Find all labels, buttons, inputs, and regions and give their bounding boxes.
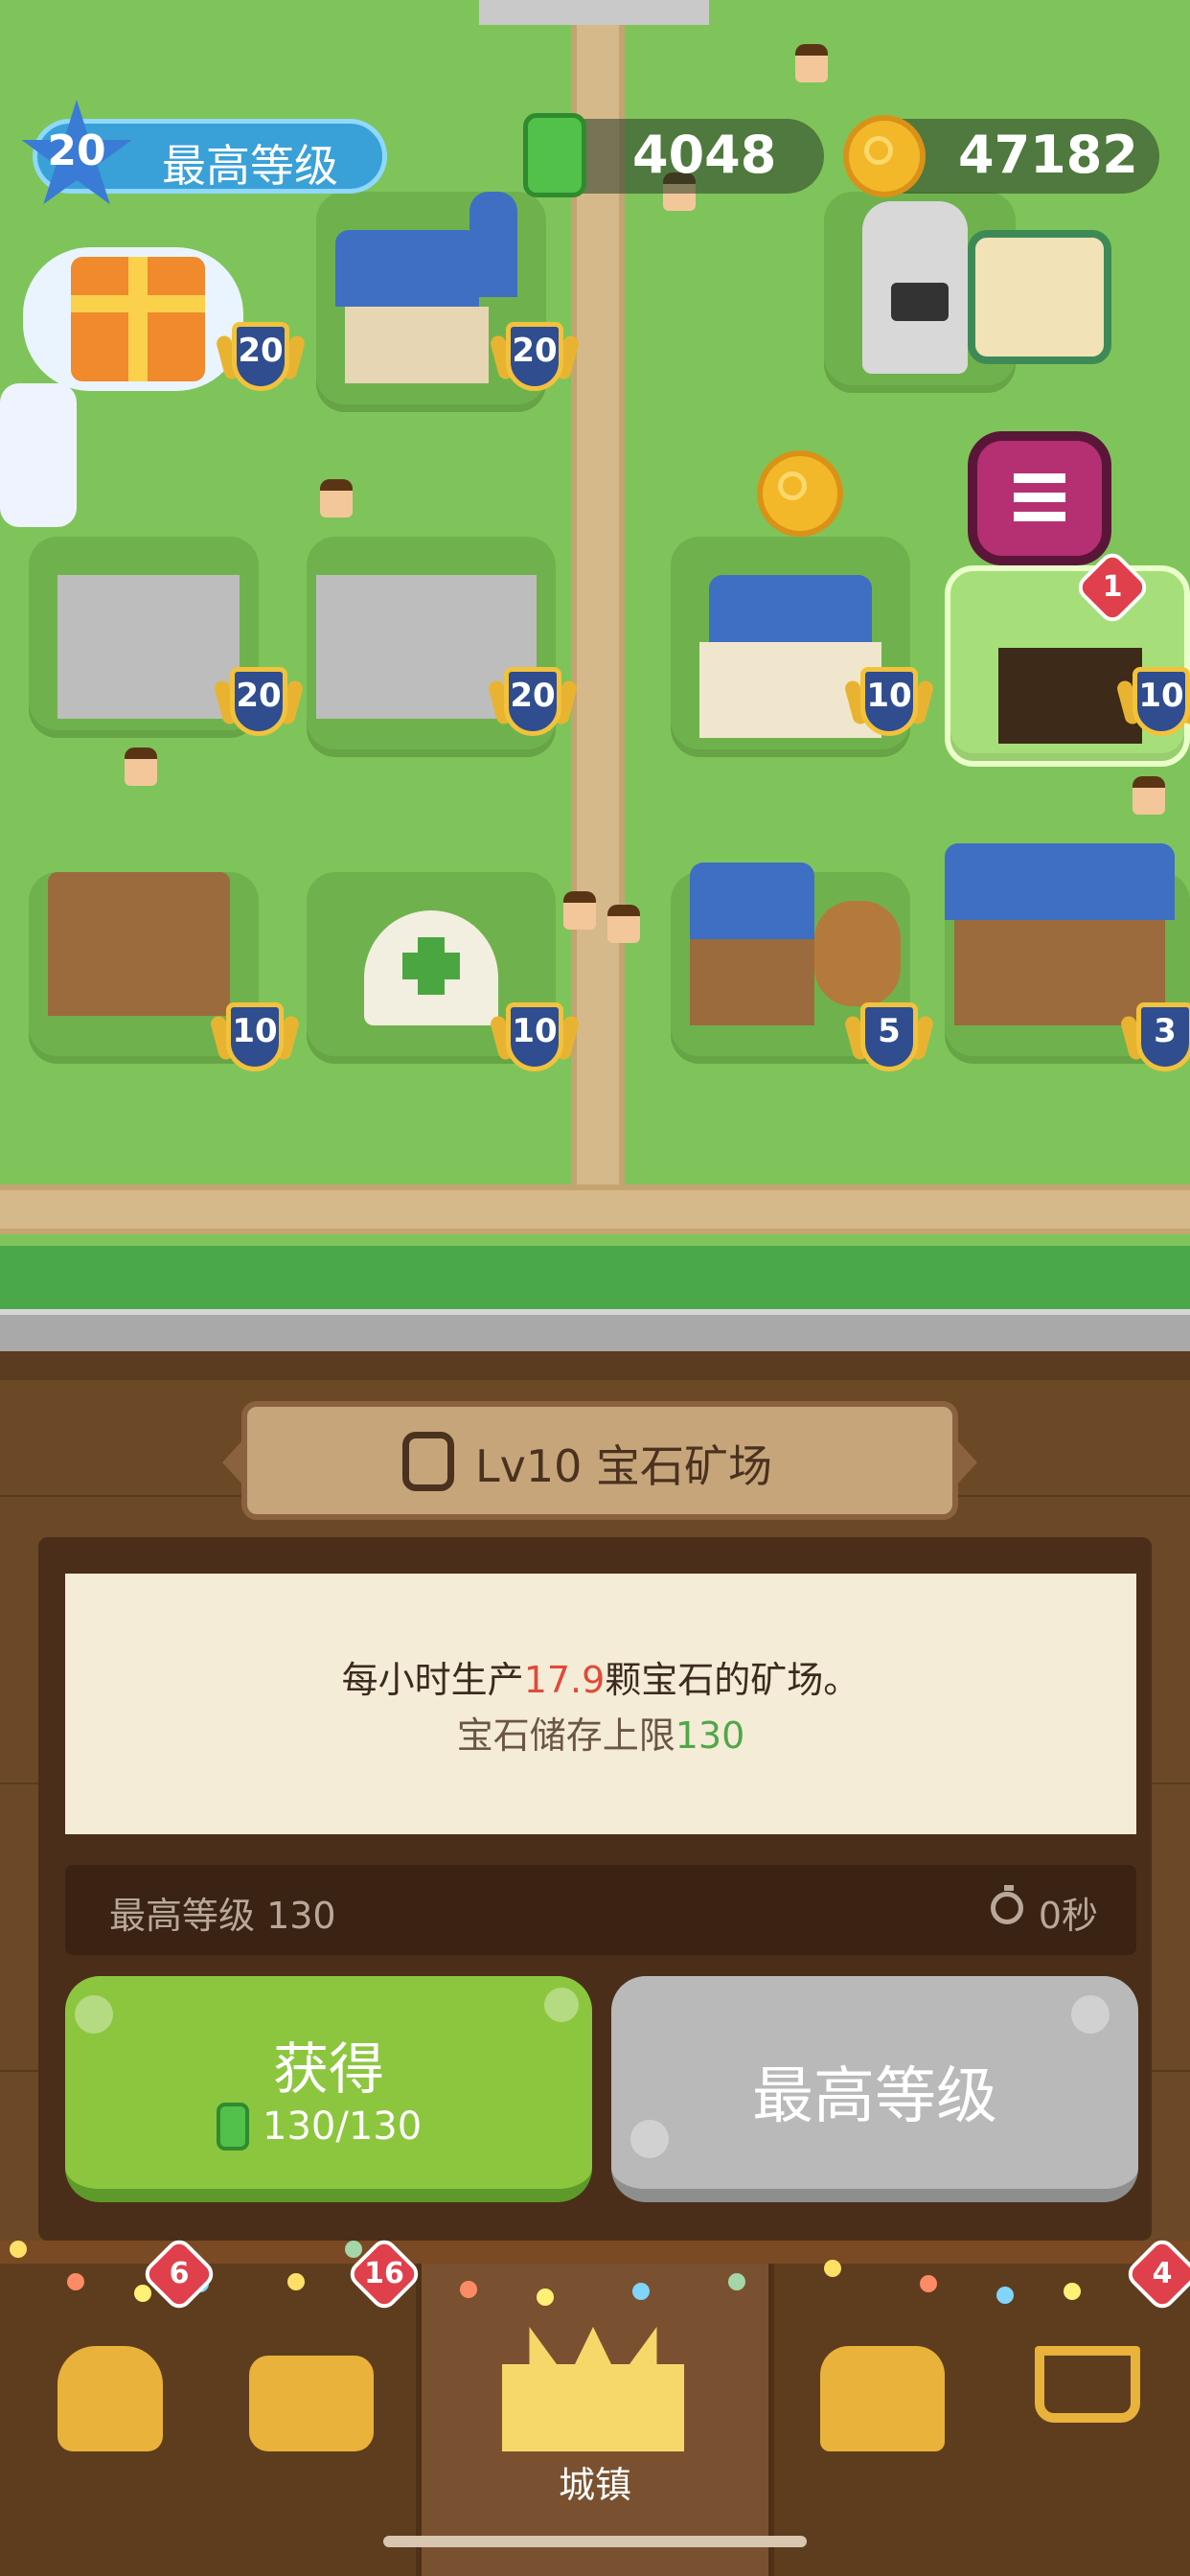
gem-count: 4048 bbox=[632, 125, 777, 185]
barrel bbox=[814, 901, 901, 1006]
villager bbox=[607, 905, 640, 943]
description-paper: 每小时生产17.9颗宝石的矿场。 宝石储存上限130 bbox=[65, 1574, 1136, 1834]
building-title-plate: Lv10 宝石矿场 bbox=[222, 1401, 977, 1520]
chest-icon bbox=[820, 2346, 945, 2451]
town-map[interactable]: 1 20 20 20 20 10 10 10 10 5 3 最高等级 20 40… bbox=[0, 0, 1190, 1361]
string-light bbox=[460, 2281, 477, 2298]
road-horizontal bbox=[0, 1184, 1190, 1234]
collect-button[interactable]: 获得 130/130 bbox=[65, 1976, 592, 2202]
video-icon[interactable] bbox=[891, 283, 949, 321]
max-level-info: 最高等级 130 bbox=[109, 1895, 336, 1937]
info-bar: 最高等级 130 0秒 bbox=[65, 1865, 1136, 1955]
tavern-wall bbox=[690, 939, 814, 1025]
villager bbox=[125, 748, 157, 786]
top-castle-wall bbox=[479, 0, 709, 25]
level-badge: 10 bbox=[1115, 661, 1190, 748]
player-level-label: 最高等级 bbox=[162, 140, 338, 192]
level-badge: 20 bbox=[215, 316, 307, 402]
string-light bbox=[728, 2273, 745, 2290]
cross-icon-bar bbox=[402, 953, 460, 979]
level-badge: 10 bbox=[489, 997, 581, 1083]
team-icon bbox=[249, 2356, 374, 2451]
gem-icon bbox=[523, 113, 586, 197]
ribbon-right bbox=[956, 1439, 977, 1485]
production-rate: 17.9 bbox=[523, 1659, 606, 1701]
level-badge: 10 bbox=[209, 997, 301, 1083]
tower-building bbox=[57, 575, 240, 719]
bunny-bard[interactable] bbox=[0, 383, 77, 527]
star-level-number: 20 bbox=[47, 126, 106, 175]
scroll-quest-icon[interactable] bbox=[968, 230, 1111, 364]
collect-label: 获得 bbox=[272, 2036, 384, 2102]
church-tower bbox=[469, 192, 517, 297]
building-title: Lv10 宝石矿场 bbox=[475, 1440, 773, 1492]
coin-bubble-icon[interactable] bbox=[757, 450, 843, 537]
collect-count: 130/130 bbox=[263, 2104, 423, 2149]
bank-roof bbox=[709, 575, 872, 642]
production-description: 每小时生产17.9颗宝石的矿场。 bbox=[341, 1659, 860, 1701]
workshop-building bbox=[48, 872, 230, 1016]
string-light bbox=[10, 2241, 27, 2258]
timer-icon bbox=[991, 1885, 1023, 1924]
coin-count: 47182 bbox=[958, 125, 1138, 185]
storage-limit: 宝石储存上限130 bbox=[456, 1714, 745, 1757]
tavern-roof bbox=[690, 862, 814, 939]
gift-box-icon[interactable] bbox=[71, 257, 205, 381]
storage-limit-value: 130 bbox=[675, 1714, 745, 1757]
knight-icon bbox=[57, 2346, 163, 2451]
castle-icon bbox=[502, 2327, 684, 2451]
gift-bubble[interactable] bbox=[23, 247, 243, 391]
level-badge: 20 bbox=[487, 661, 579, 748]
town-wall bbox=[0, 1246, 1190, 1380]
level-badge: 20 bbox=[213, 661, 305, 748]
gem-outline-icon bbox=[402, 1432, 454, 1491]
list-icon bbox=[1014, 473, 1065, 483]
timer-value: 0秒 bbox=[1038, 1895, 1098, 1937]
nav-town-label: 城镇 bbox=[558, 2464, 631, 2506]
gift-ribbon-v bbox=[128, 257, 148, 381]
nav-shop[interactable] bbox=[987, 2269, 1179, 2518]
church-wall bbox=[345, 307, 489, 383]
villager bbox=[563, 891, 596, 930]
menu-notification-icon[interactable] bbox=[968, 431, 1111, 565]
nav-chest[interactable] bbox=[791, 2269, 983, 2518]
level-badge: 3 bbox=[1119, 997, 1190, 1083]
stone-wall bbox=[0, 1309, 1190, 1351]
gift-ribbon-h bbox=[71, 295, 205, 312]
stable-roof bbox=[945, 843, 1175, 920]
wall-shadow bbox=[0, 1351, 1190, 1380]
level-badge: 5 bbox=[843, 997, 935, 1083]
cart-icon bbox=[1035, 2346, 1140, 2423]
villager bbox=[795, 44, 828, 82]
home-indicator[interactable] bbox=[383, 2536, 807, 2547]
church-roof bbox=[335, 230, 479, 307]
bubble-deco bbox=[1071, 1995, 1110, 2034]
bottom-nav: 城镇 6 16 4 bbox=[0, 2234, 1190, 2576]
max-level-label: 最高等级 bbox=[752, 2061, 997, 2132]
hedge bbox=[0, 1246, 1190, 1309]
max-level-button[interactable]: 最高等级 bbox=[611, 1976, 1138, 2202]
level-badge: 20 bbox=[489, 316, 581, 402]
ribbon-left bbox=[222, 1439, 243, 1485]
gem-icon bbox=[217, 2103, 249, 2150]
level-badge: 10 bbox=[843, 661, 935, 748]
villager bbox=[1133, 776, 1165, 815]
coin-icon bbox=[843, 115, 926, 197]
bubble-deco bbox=[544, 1988, 579, 2022]
villager bbox=[320, 479, 353, 518]
